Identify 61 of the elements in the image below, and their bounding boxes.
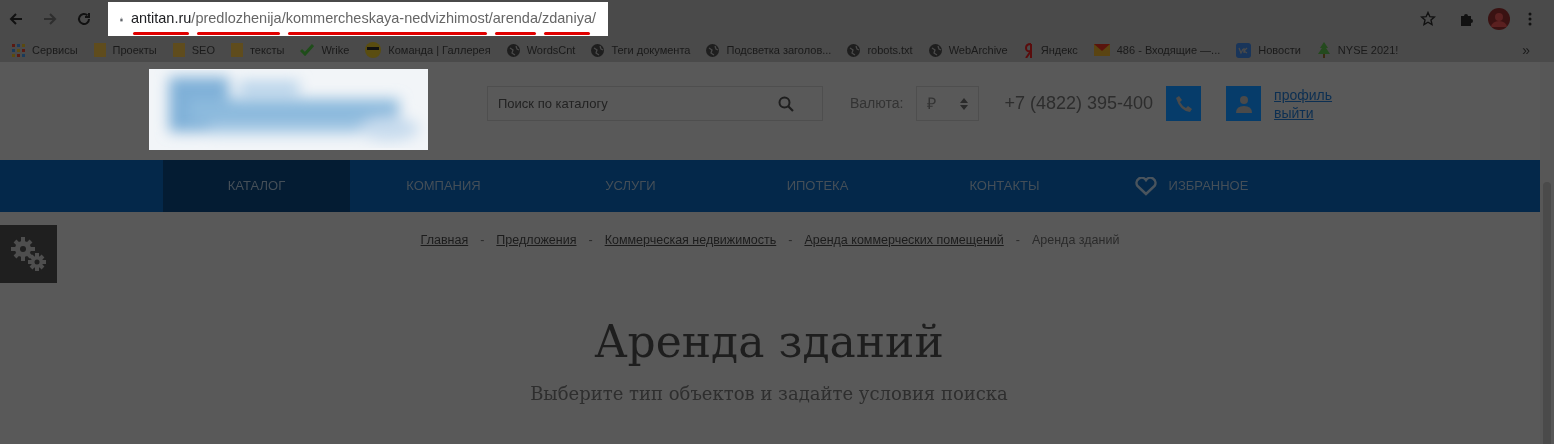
globe-icon [506,43,520,57]
breadcrumb-separator: - [1015,231,1020,249]
folder-icon [93,43,106,57]
yandex-icon [1023,42,1034,58]
tree-icon [1316,42,1331,58]
menu-icon[interactable] [1528,12,1532,26]
settings-icon [8,234,49,274]
breadcrumb-link[interactable]: Аренда коммерческих помещений [804,230,1004,250]
address-bar[interactable]: antitan.ru/predlozhenija/kommercheskaya-nedvizhimost/arenda/zdaniya/ [108,2,608,36]
nav-tab[interactable]: КАТАЛОГ [163,160,350,212]
avatar-icon[interactable] [1488,8,1510,30]
breadcrumb-link[interactable]: Коммерческая недвижимость [604,230,777,250]
overflow-chevron[interactable]: » [1522,39,1530,61]
url-path: / [281,9,286,26]
check-icon [300,44,315,56]
url-path: zdaniya [542,9,592,26]
breadcrumb-separator: - [480,231,485,249]
star-icon[interactable] [1420,11,1436,27]
url-host: antitan.ru [130,9,192,26]
globe-icon [706,43,720,57]
globe-icon [847,43,861,57]
sort-caret-icon [960,97,969,110]
nav-tab[interactable]: ИЗБРАННОЕ [1098,160,1285,212]
globe-icon [928,43,942,57]
nav-tab[interactable]: КОМПАНИЯ [350,160,537,212]
profile-link[interactable]: профиль [1274,85,1332,104]
breadcrumb-separator: - [588,231,593,249]
url-path: predlozhenija [195,9,282,26]
breadcrumb-link[interactable]: Главная [420,230,469,250]
page-title: Аренда зданий [593,315,945,369]
folder-icon [230,43,243,57]
back-icon[interactable] [8,11,24,27]
search-icon[interactable] [778,95,794,112]
heart-icon [1134,176,1157,196]
phone-icon [1174,94,1193,113]
settings-button[interactable] [0,225,57,283]
nav-tab[interactable]: ИПОТЕКА [724,160,911,212]
url-path: / [191,9,196,26]
apps-icon [12,43,25,57]
puzzle-icon[interactable] [1458,11,1474,27]
url-path: / [488,9,493,26]
url-path: arenda [492,9,538,26]
breadcrumb-separator: - [788,231,793,249]
profile-link[interactable]: выйти [1274,103,1332,122]
nav-tab[interactable]: УСЛУГИ [537,160,724,212]
globe-icon [591,43,605,57]
phone-button[interactable] [1166,86,1202,121]
currency-select[interactable]: ₽ [916,86,980,121]
profile-button[interactable] [1226,86,1262,121]
mail-icon [1093,44,1110,56]
user-icon [1234,94,1253,113]
forward-icon[interactable] [42,11,58,27]
vk-icon [1236,42,1252,58]
reload-icon[interactable] [76,11,92,27]
smiley-icon [365,42,382,58]
url-path: / [591,9,596,26]
url-path: / [537,9,542,26]
breadcrumb-link[interactable]: Предложения [496,230,577,250]
folder-icon [172,43,185,57]
url-path: kommercheskaya-nedvizhimost [285,9,489,26]
nav-tab[interactable]: КОНТАКТЫ [911,160,1098,212]
